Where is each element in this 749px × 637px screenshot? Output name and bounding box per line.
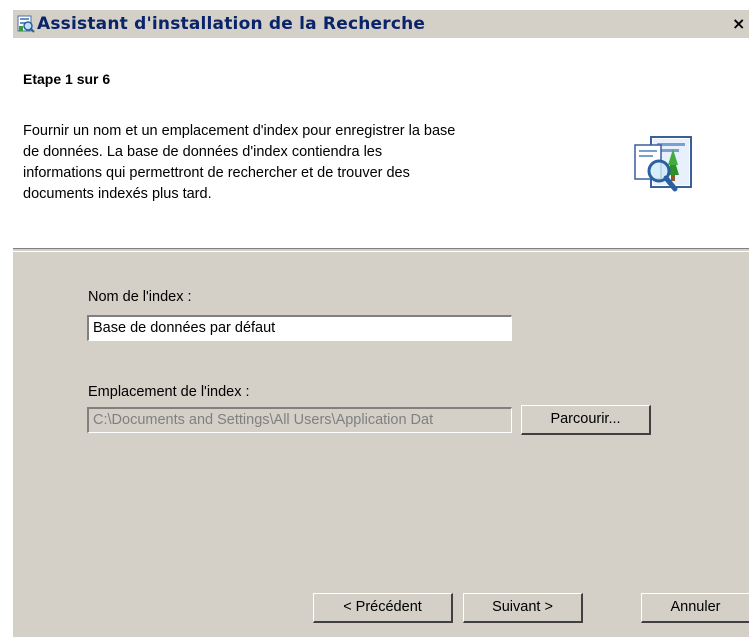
- search-document-icon: [634, 136, 692, 192]
- description-line: de données. La base de données d'index c…: [23, 144, 383, 160]
- cancel-button[interactable]: Annuler: [641, 593, 749, 623]
- description-line: Fournir un nom et un emplacement d'index…: [23, 123, 456, 139]
- wizard-header: Etape 1 sur 6 Fournir un nom et un empla…: [13, 38, 749, 249]
- index-name-field[interactable]: Base de données par défaut: [87, 315, 512, 341]
- next-button[interactable]: Suivant >: [463, 593, 583, 623]
- wizard-app-icon: [17, 15, 35, 33]
- close-button[interactable]: ×: [732, 14, 749, 34]
- step-description: Fournir un nom et un emplacement d'index…: [23, 121, 623, 205]
- description-line: informations qui permettront de recherch…: [23, 165, 410, 181]
- window-title: Assistant d'installation de la Recherche: [37, 14, 426, 34]
- browse-button[interactable]: Parcourir...: [521, 405, 651, 435]
- title-bar[interactable]: Assistant d'installation de la Recherche…: [13, 10, 749, 38]
- description-line: documents indexés plus tard.: [23, 186, 212, 202]
- wizard-window: Assistant d'installation de la Recherche…: [12, 9, 749, 637]
- index-location-field: C:\Documents and Settings\All Users\Appl…: [87, 407, 512, 433]
- index-name-label: Nom de l'index :: [88, 289, 192, 305]
- back-button[interactable]: < Précédent: [313, 593, 453, 623]
- header-divider: [13, 248, 749, 252]
- step-indicator: Etape 1 sur 6: [23, 71, 111, 87]
- index-location-label: Emplacement de l'index :: [88, 384, 250, 400]
